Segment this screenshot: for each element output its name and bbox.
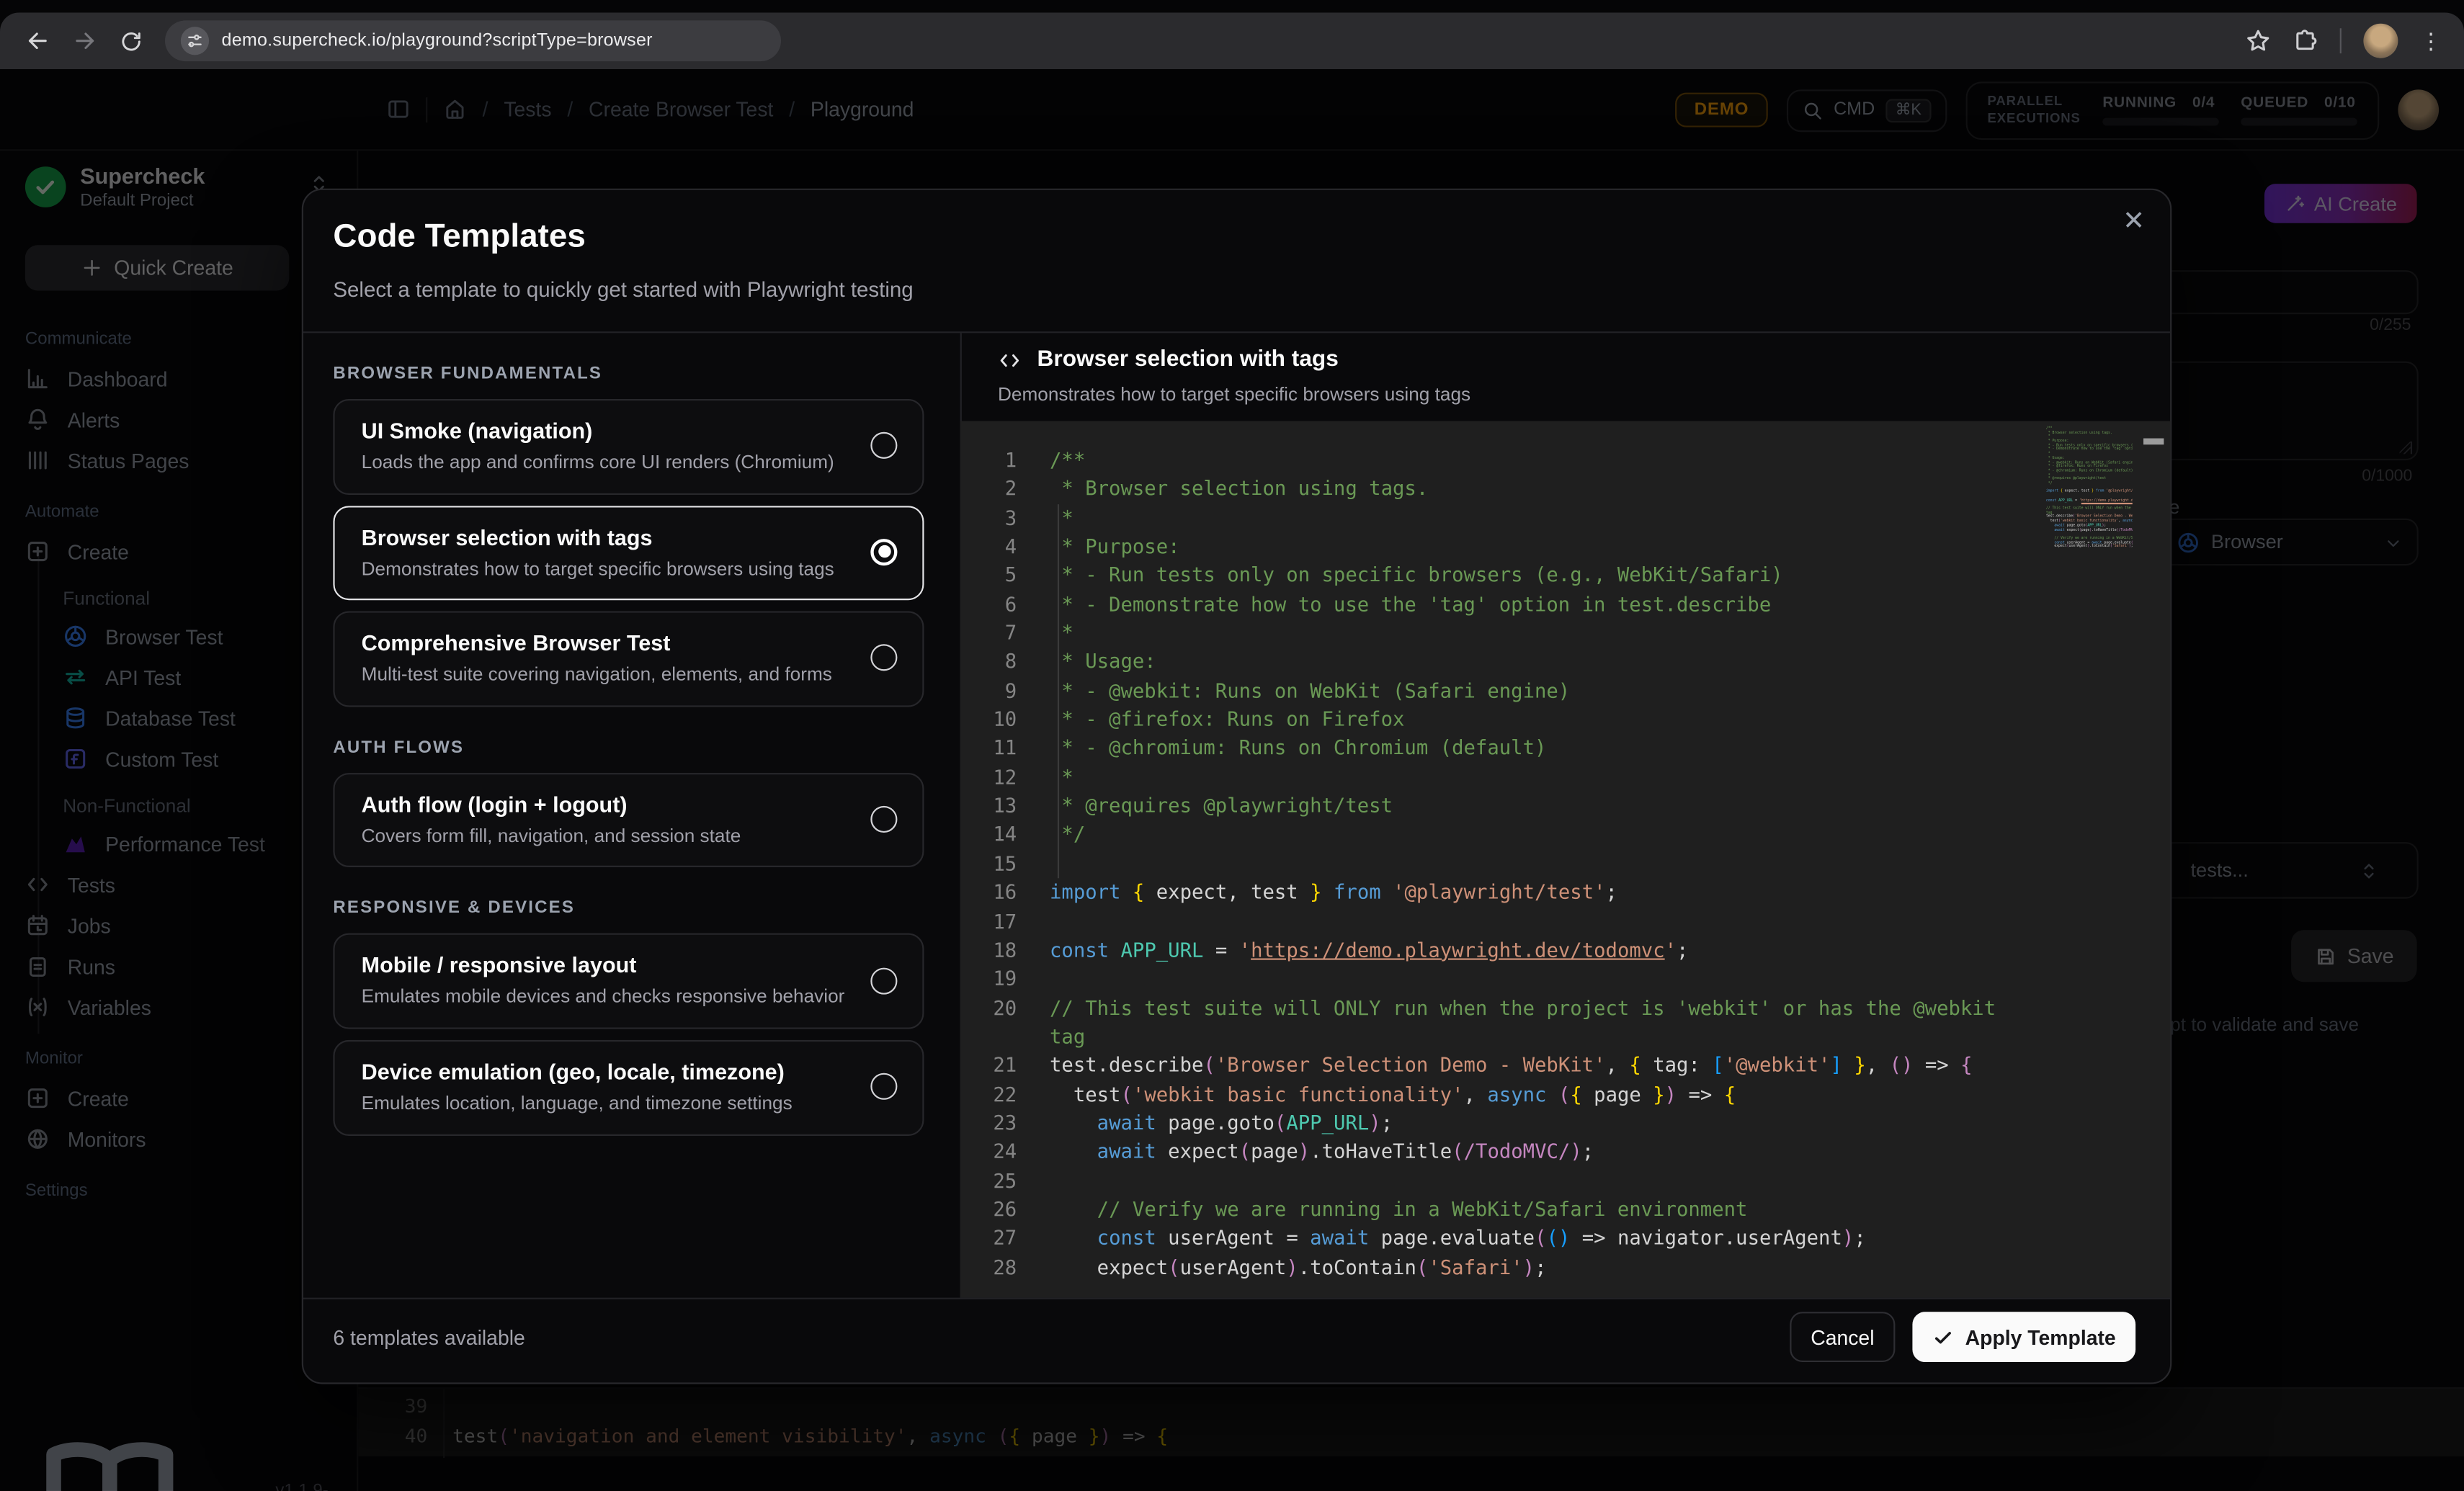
template-radio[interactable]: [870, 967, 897, 994]
chrome-divider: [2340, 28, 2342, 53]
cancel-button[interactable]: Cancel: [1790, 1312, 1895, 1362]
template-description: Demonstrates how to target specific brow…: [362, 557, 847, 581]
minimap[interactable]: /** * Browser selection using tags. * * …: [2013, 426, 2133, 561]
line-number: 5: [960, 563, 1017, 592]
code-icon: [998, 348, 1022, 372]
line-number: 20: [960, 995, 1017, 1024]
template-title: Device emulation (geo, locale, timezone): [362, 1059, 847, 1084]
line-number: 28: [960, 1255, 1017, 1284]
line-number: 4: [960, 534, 1017, 563]
line-number: 9: [960, 679, 1017, 707]
template-radio[interactable]: [870, 806, 897, 833]
forward-icon[interactable]: [72, 28, 97, 53]
line-number: 1: [960, 448, 1017, 477]
template-radio[interactable]: [870, 645, 897, 671]
template-description: Multi-test suite covering navigation, el…: [362, 663, 847, 688]
template-description: Emulates location, language, and timezon…: [362, 1092, 847, 1116]
template-card-ui-smoke-navigation-[interactable]: UI Smoke (navigation) Loads the app and c…: [333, 399, 924, 494]
template-list: BROWSER FUNDAMENTALS UI Smoke (navigation…: [333, 333, 924, 1146]
line-number: 27: [960, 1226, 1017, 1255]
template-title: Browser selection with tags: [362, 524, 847, 550]
reload-icon[interactable]: [120, 29, 143, 53]
preview-title: Browser selection with tags: [1037, 347, 1339, 372]
viewport: demo.supercheck.io/playground?scriptType…: [0, 0, 2464, 1491]
line-number: 2: [960, 477, 1017, 506]
template-title: Auth flow (login + logout): [362, 792, 847, 817]
line-number: 23: [960, 1111, 1017, 1139]
line-number: 8: [960, 650, 1017, 679]
line-number: 18: [960, 938, 1017, 967]
preview-subtitle: Demonstrates how to target specific brow…: [998, 383, 1470, 406]
template-section-label: AUTH FLOWS: [333, 738, 924, 757]
line-number: 25: [960, 1168, 1017, 1197]
template-title: Mobile / responsive layout: [362, 953, 847, 978]
close-icon[interactable]: ✕: [2122, 206, 2145, 238]
template-card-auth-flow-login-logout-[interactable]: Auth flow (login + logout) Covers form fi…: [333, 773, 924, 868]
browser-chrome: demo.supercheck.io/playground?scriptType…: [0, 12, 2464, 69]
template-card-device-emulation-geo-locale-timezone-[interactable]: Device emulation (geo, locale, timezone)…: [333, 1040, 924, 1135]
line-number: 15: [960, 851, 1017, 880]
template-description: Covers form fill, navigation, and sessio…: [362, 825, 847, 849]
line-number: 21: [960, 1053, 1017, 1082]
line-number: 24: [960, 1139, 1017, 1168]
back-icon[interactable]: [25, 28, 50, 53]
line-number: 7: [960, 621, 1017, 650]
dialog-title: Code Templates: [333, 218, 585, 256]
line-number: 16: [960, 880, 1017, 909]
scrollbar-thumb[interactable]: [2143, 439, 2164, 445]
browser-menu-icon[interactable]: ⋮: [2420, 28, 2442, 53]
templates-count: 6 templates available: [333, 1326, 525, 1350]
template-section-label: RESPONSIVE & DEVICES: [333, 899, 924, 918]
line-number: 17: [960, 909, 1017, 938]
line-number: 12: [960, 765, 1017, 794]
line-number: 14: [960, 823, 1017, 851]
template-description: Emulates mobile devices and checks respo…: [362, 985, 847, 1010]
template-title: Comprehensive Browser Test: [362, 630, 847, 655]
template-description: Loads the app and confirms core UI rende…: [362, 451, 847, 475]
line-number: 26: [960, 1197, 1017, 1226]
template-card-comprehensive-browser-test[interactable]: Comprehensive Browser Test Multi-test sui…: [333, 612, 924, 707]
template-radio[interactable]: [870, 1073, 897, 1100]
template-section-label: BROWSER FUNDAMENTALS: [333, 364, 924, 383]
bookmark-star-icon[interactable]: [2246, 28, 2271, 53]
line-number: 3: [960, 506, 1017, 534]
dialog-subtitle: Select a template to quickly get started…: [333, 278, 913, 302]
line-number: 11: [960, 736, 1017, 765]
template-card-browser-selection-with-tags[interactable]: Browser selection with tags Demonstrates …: [333, 505, 924, 600]
site-info-icon[interactable]: [181, 27, 209, 55]
line-number: 6: [960, 592, 1017, 621]
template-radio[interactable]: [870, 432, 897, 459]
apply-template-button[interactable]: Apply Template: [1912, 1312, 2135, 1362]
check-icon: [1932, 1327, 1952, 1347]
code-templates-dialog: Code Templates Select a template to quic…: [302, 189, 2172, 1384]
template-card-mobile-responsive-layout[interactable]: Mobile / responsive layout Emulates mobil…: [333, 933, 924, 1029]
url-text: demo.supercheck.io/playground?scriptType…: [222, 32, 653, 50]
line-number: 10: [960, 707, 1017, 736]
template-title: UI Smoke (navigation): [362, 418, 847, 443]
code-preview: 1/**2 * Browser selection using tags.3 *…: [960, 421, 2172, 1298]
browser-profile-avatar[interactable]: [2363, 24, 2398, 58]
extensions-icon[interactable]: [2293, 28, 2318, 53]
line-number: 13: [960, 794, 1017, 823]
line-number: 19: [960, 967, 1017, 995]
url-bar[interactable]: demo.supercheck.io/playground?scriptType…: [165, 20, 781, 61]
template-radio[interactable]: [870, 539, 897, 565]
line-number: 22: [960, 1082, 1017, 1111]
